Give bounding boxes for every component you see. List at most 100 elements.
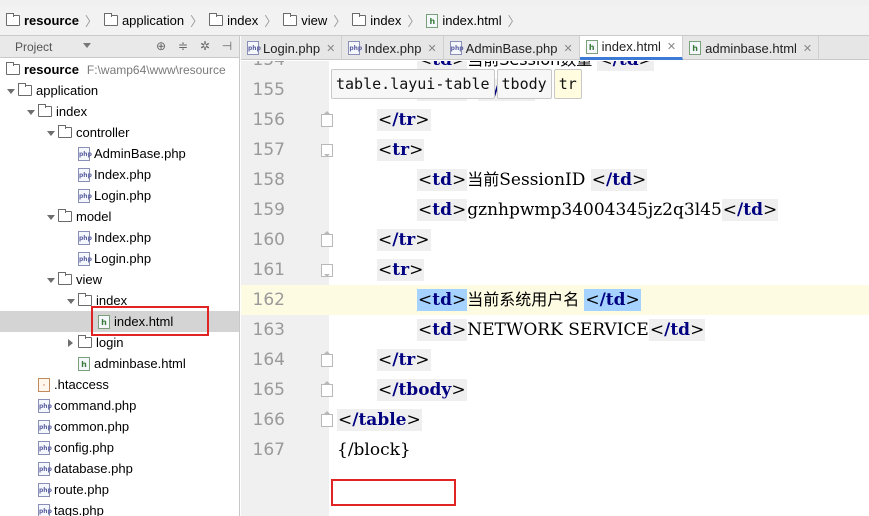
close-icon[interactable]: ✕ [563,42,572,55]
breadcrumb-item[interactable]: index [348,9,405,33]
chevron-down-icon[interactable] [83,43,91,48]
tag-name: /td [737,200,763,220]
code-line[interactable]: 167 {/block} [241,435,869,465]
tree-item[interactable]: php database.php [0,458,239,479]
tree-item[interactable]: php Login.php [0,185,239,206]
tree-item[interactable]: php tags.php [0,500,239,516]
tab-label: adminbase.html [705,40,797,56]
structure-chip[interactable]: tbody [496,69,552,99]
chevron-down-icon[interactable] [46,275,56,285]
editor-tab[interactable]: php Index.php ✕ [342,36,444,60]
close-icon[interactable]: ✕ [427,42,436,55]
editor-tab[interactable]: php Login.php ✕ [241,36,343,60]
code-line[interactable]: 166 </table> [241,405,869,435]
code-line[interactable]: 163 <td>NETWORK SERVICE</td> [241,315,869,345]
locate-icon[interactable]: ⊕ [153,38,169,54]
chevron-right-icon[interactable] [66,338,76,348]
tree-item[interactable]: application [0,80,239,101]
chevron-down-icon[interactable] [26,107,36,117]
breadcrumb-item[interactable]: index [205,9,262,33]
text-content: {/block} [337,440,411,460]
line-number: 156 [252,110,285,130]
tree-item-label: Login.php [94,188,152,203]
close-icon[interactable]: ✕ [667,40,676,53]
tab-label: Index.php [364,40,422,56]
fold-close-icon[interactable] [321,111,333,127]
php-file-icon: php [38,440,52,455]
html-tag: </tr> [377,109,431,131]
tag-name: /td [664,320,691,340]
tag-name: td [432,290,452,310]
tree-item[interactable]: php command.php [0,395,239,416]
tree-item[interactable]: · .htaccess [0,374,239,395]
tree-item[interactable]: php Index.php [0,164,239,185]
tree-item-label: model [76,209,112,224]
breadcrumb-item[interactable]: application [100,9,188,33]
code-text: <tr> [377,255,425,285]
fold-close-icon[interactable] [321,351,333,367]
code-line[interactable]: 165 </tbody> [241,375,869,405]
tree-item[interactable]: php AdminBase.php [0,143,239,164]
fold-close-icon[interactable] [321,381,333,397]
code-line[interactable]: 160 </tr> [241,225,869,255]
tree-item[interactable]: php config.php [0,437,239,458]
project-title[interactable]: Project [15,40,52,54]
tree-item[interactable]: php Login.php [0,248,239,269]
tree-root-path: F:\wamp64\www\resource [86,62,226,77]
close-icon[interactable]: ✕ [803,42,812,55]
editor-tab[interactable]: php AdminBase.php ✕ [444,36,580,60]
fold-open-icon[interactable] [321,144,333,157]
structure-breadcrumb: table.layui-table tbody tr [331,69,582,99]
hide-icon[interactable]: ⊣ [219,38,235,54]
collapse-all-icon[interactable]: ≑ [175,38,191,54]
tree-item[interactable]: index [0,101,239,122]
breadcrumb-item[interactable]: h index.html [422,9,505,33]
tree-item[interactable]: h adminbase.html [0,353,239,374]
code-line[interactable]: 158 <td>当前SessionID </td> [241,165,869,195]
html-tag: </td> [590,169,648,191]
breadcrumb-item[interactable]: resource [2,9,83,33]
structure-chip[interactable]: table.layui-table [331,69,495,99]
php-file-icon: php [78,251,92,266]
html-tag: </table> [337,409,422,431]
code-editor[interactable]: 154<td>当前Session数量 </td>155<td>8</td>156… [241,61,869,516]
tree-root[interactable]: resource F:\wamp64\www\resource [0,59,239,80]
html-tag: </tbody> [377,379,467,401]
line-number: 163 [252,320,285,340]
chevron-right-icon: 〉 [333,14,347,29]
breadcrumb-item[interactable]: view [279,9,331,33]
html-tag: <td> [417,169,468,191]
tree-item[interactable]: php common.php [0,416,239,437]
code-line[interactable]: 159 <td>gznhpwmp34004345jz2q3l45</td> [241,195,869,225]
tree-item[interactable]: view [0,269,239,290]
html-file-icon: h [585,39,598,54]
tree-root-label: resource [24,62,79,77]
chevron-down-icon[interactable] [46,212,56,222]
highlight-box [91,306,209,336]
chevron-down-icon[interactable] [6,86,16,96]
code-line[interactable]: 161 <tr> [241,255,869,285]
fold-close-icon[interactable] [321,231,333,247]
tag-name: tr [392,140,410,160]
html-tag: </td> [584,289,641,311]
editor-tab[interactable]: h adminbase.html ✕ [683,36,820,60]
code-text: </tbody> [377,375,467,405]
close-icon[interactable]: ✕ [326,42,335,55]
fold-close-icon[interactable] [321,411,333,427]
structure-chip[interactable]: tr [553,69,582,99]
tree-item[interactable]: php Index.php [0,227,239,248]
tree-item[interactable]: controller [0,122,239,143]
tree-item[interactable]: model [0,206,239,227]
code-line[interactable]: 162 <td>当前系统用户名 </td> [241,285,869,315]
editor-tab[interactable]: h index.html ✕ [579,36,684,60]
chevron-down-icon[interactable] [66,296,76,306]
code-line[interactable]: 157 <tr> [241,135,869,165]
chevron-down-icon[interactable] [46,128,56,138]
fold-open-icon[interactable] [321,264,333,277]
code-line[interactable]: 156 </tr> [241,105,869,135]
tree-item[interactable]: php route.php [0,479,239,500]
tree-item-label: adminbase.html [94,356,186,371]
tree-item-label: index [56,104,88,119]
gear-icon[interactable]: ✲ [197,38,213,54]
code-line[interactable]: 164 </tr> [241,345,869,375]
